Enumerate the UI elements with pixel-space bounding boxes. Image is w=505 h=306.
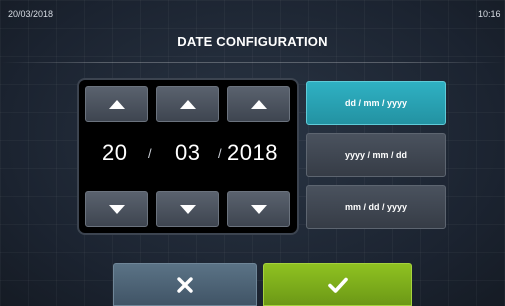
cancel-button[interactable] xyxy=(113,263,257,306)
arrow-up-icon xyxy=(179,99,196,109)
month-up-button[interactable] xyxy=(156,86,219,122)
header-date: 20/03/2018 xyxy=(8,9,54,19)
day-up-button[interactable] xyxy=(85,86,148,122)
check-icon xyxy=(327,277,348,293)
format-dd-mm-yyyy-button[interactable]: dd / mm / yyyy xyxy=(306,81,446,125)
date-picker: 20 / 03 / 2018 xyxy=(77,78,299,235)
format-label: yyyy / mm / dd xyxy=(344,150,408,160)
arrow-up-icon xyxy=(108,99,125,109)
close-icon xyxy=(177,276,193,293)
format-label: mm / dd / yyyy xyxy=(344,202,408,212)
page-title: DATE CONFIGURATION xyxy=(177,34,328,49)
month-down-button[interactable] xyxy=(156,191,219,227)
arrow-down-icon xyxy=(250,204,267,214)
year-down-button[interactable] xyxy=(227,191,290,227)
arrow-down-icon xyxy=(108,204,125,214)
arrow-up-icon xyxy=(250,99,267,109)
day-down-button[interactable] xyxy=(85,191,148,227)
year-up-button[interactable] xyxy=(227,86,290,122)
format-mm-dd-yyyy-button[interactable]: mm / dd / yyyy xyxy=(306,185,446,229)
date-separator: / xyxy=(218,146,222,161)
day-value: 20 xyxy=(102,140,128,165)
confirm-button[interactable] xyxy=(263,263,412,306)
year-value: 2018 xyxy=(227,140,278,165)
header-time: 10:16 xyxy=(478,9,501,19)
arrow-down-icon xyxy=(179,204,196,214)
month-value: 03 xyxy=(175,140,201,165)
format-label: dd / mm / yyyy xyxy=(344,98,408,108)
format-yyyy-mm-dd-button[interactable]: yyyy / mm / dd xyxy=(306,133,446,177)
header-divider xyxy=(0,62,505,63)
date-separator: / xyxy=(148,146,152,161)
